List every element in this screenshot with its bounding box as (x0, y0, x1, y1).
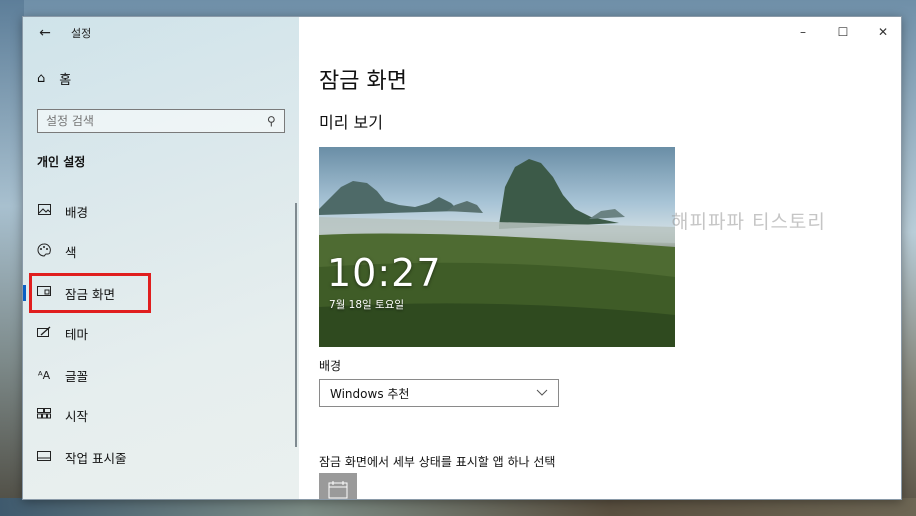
sidebar-scrollbar[interactable] (295, 203, 297, 447)
lock-screen-preview: 10:27 7월 18일 토요일 (319, 147, 675, 347)
sidebar-item-background[interactable]: 배경 (23, 191, 299, 231)
calendar-app-tile[interactable] (319, 473, 357, 499)
chevron-down-icon (536, 388, 548, 399)
minimize-button[interactable]: – (783, 17, 823, 47)
titlebar-left: ← 설정 (37, 23, 91, 43)
preview-title: 미리 보기 (319, 113, 383, 132)
taskbar-icon (37, 450, 51, 464)
sidebar-item-lock-screen[interactable]: 잠금 화면 (23, 273, 299, 313)
sidebar-item-taskbar[interactable]: 작업 표시줄 (23, 437, 299, 477)
picture-icon (37, 204, 51, 218)
section-title: 개인 설정 (37, 155, 86, 169)
calendar-icon (328, 481, 348, 499)
start-grid-icon (37, 408, 51, 422)
sidebar: ← 설정 ⌂ 홈 ⚲ 개인 설정 배경 색 (23, 17, 299, 499)
sidebar-item-label: 글꼴 (65, 368, 89, 384)
settings-window: ← 설정 ⌂ 홈 ⚲ 개인 설정 배경 색 (22, 16, 902, 500)
background-dropdown-value: Windows 추천 (330, 386, 410, 401)
main-content: – ☐ ✕ 잠금 화면 미리 보기 10:27 7월 18일 토요일 해피파파 … (299, 17, 901, 499)
search-icon[interactable]: ⚲ (267, 114, 276, 128)
sidebar-item-color[interactable]: 색 (23, 231, 299, 271)
home-label: 홈 (59, 73, 72, 88)
palette-icon (37, 243, 51, 260)
landscape-image (319, 159, 675, 347)
font-icon: ᴬA (37, 368, 51, 382)
sidebar-item-home[interactable]: ⌂ 홈 (37, 69, 71, 88)
desktop-right-edge (900, 0, 916, 516)
window-controls: – ☐ ✕ (783, 17, 901, 47)
sidebar-item-label: 잠금 화면 (65, 286, 115, 302)
sidebar-item-fonts[interactable]: ᴬA 글꼴 (23, 355, 299, 395)
desktop-left-edge (0, 0, 24, 516)
lock-time: 10:27 (327, 251, 442, 295)
background-label: 배경 (319, 359, 342, 373)
sidebar-item-label: 테마 (65, 326, 89, 342)
sidebar-item-start[interactable]: 시작 (23, 395, 299, 435)
watermark-text: 해피파파 티스토리 (671, 211, 826, 233)
sidebar-item-label: 배경 (65, 204, 89, 220)
desktop-bottom-edge (0, 498, 916, 516)
search-box[interactable]: ⚲ (37, 109, 285, 133)
home-icon: ⌂ (37, 71, 46, 86)
search-input[interactable] (46, 114, 246, 128)
maximize-button[interactable]: ☐ (823, 17, 863, 47)
lock-date: 7월 18일 토요일 (329, 299, 405, 311)
lock-screen-icon (37, 286, 51, 300)
sidebar-item-label: 시작 (65, 408, 89, 424)
app-title: 설정 (71, 27, 92, 40)
theme-brush-icon (37, 326, 51, 341)
app-choose-label: 잠금 화면에서 세부 상태를 표시할 앱 하나 선택 (319, 455, 556, 469)
sidebar-item-label: 색 (65, 244, 77, 260)
background-dropdown[interactable]: Windows 추천 (319, 379, 559, 407)
sidebar-item-theme[interactable]: 테마 (23, 313, 299, 353)
back-arrow-icon[interactable]: ← (37, 25, 53, 41)
close-button[interactable]: ✕ (863, 17, 901, 47)
sidebar-item-label: 작업 표시줄 (65, 450, 127, 466)
page-title: 잠금 화면 (319, 69, 407, 94)
